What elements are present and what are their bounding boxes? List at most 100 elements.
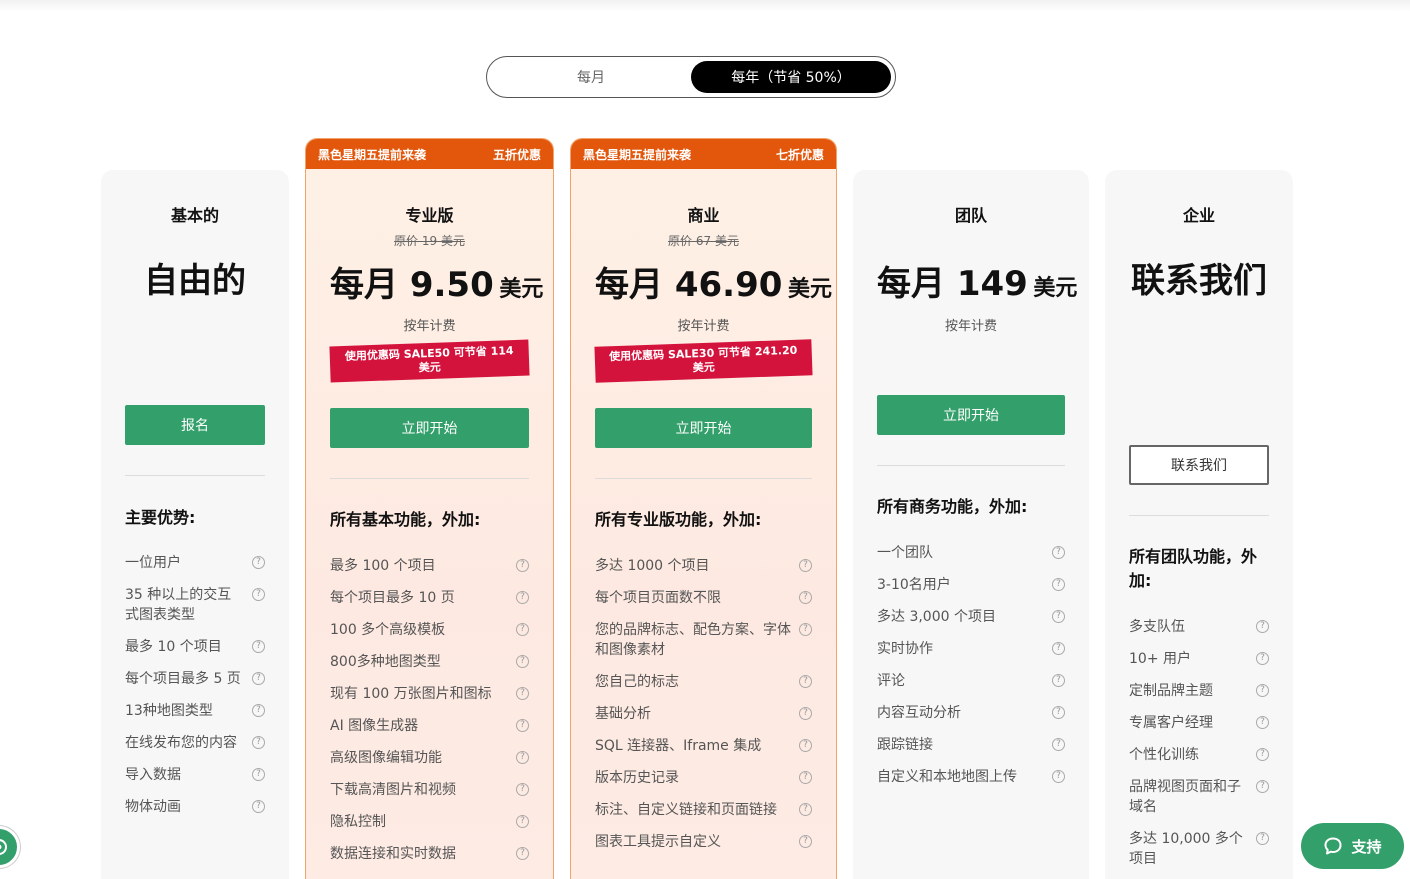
feature-item: 您的品牌标志、配色方案、字体和图像素材? [595, 620, 812, 660]
help-icon[interactable]: ? [516, 655, 529, 668]
plan-price: 每月 149 美元 [877, 256, 1077, 305]
help-icon[interactable]: ? [799, 771, 812, 784]
contact-us-button[interactable]: 联系我们 [1129, 445, 1269, 485]
cookie-settings-badge[interactable] [0, 826, 20, 868]
help-icon[interactable]: ? [252, 588, 265, 601]
help-icon[interactable]: ? [799, 559, 812, 572]
feature-text: AI 图像生成器 [330, 718, 419, 734]
plan-price: 每月 9.50 美元 [330, 257, 543, 306]
divider [125, 475, 265, 476]
feature-item: 一位用户? [125, 553, 265, 573]
feature-item: 多达 10,000 多个项目? [1129, 829, 1269, 869]
toggle-yearly[interactable]: 每年（节省 50%） [691, 61, 891, 93]
feature-item: 800多种地图类型? [330, 652, 529, 672]
help-icon[interactable]: ? [516, 783, 529, 796]
feature-text: 最多 10 个项目 [125, 639, 222, 655]
signup-button[interactable]: 报名 [125, 405, 265, 445]
feature-item: 10+ 用户? [1129, 649, 1269, 669]
help-icon[interactable]: ? [1052, 578, 1065, 591]
help-icon[interactable]: ? [516, 815, 529, 828]
help-icon[interactable]: ? [799, 803, 812, 816]
feature-text: 多支队伍 [1129, 619, 1185, 635]
help-icon[interactable]: ? [1256, 748, 1269, 761]
feature-text: 下载高清图片和视频 [330, 782, 456, 798]
plan-price: 每月 46.90 美元 [595, 257, 832, 306]
feature-item: 最多 100 个项目? [330, 556, 529, 576]
help-icon[interactable]: ? [1052, 738, 1065, 751]
feature-list: 最多 100 个项目? 每个项目最多 10 页? 100 多个高级模板? 800多种地… [330, 556, 529, 876]
help-icon[interactable]: ? [252, 736, 265, 749]
help-icon[interactable]: ? [1052, 674, 1065, 687]
help-icon[interactable]: ? [1256, 620, 1269, 633]
help-icon[interactable]: ? [799, 707, 812, 720]
help-icon[interactable]: ? [252, 800, 265, 813]
plan-card-pro: 黑色星期五提前来袭 五折优惠 专业版 原价 19 美元 每月 9.50 美元 按… [305, 138, 554, 879]
plan-card-business: 黑色星期五提前来袭 七折优惠 商业 原价 67 美元 每月 46.90 美元 按… [570, 138, 837, 879]
feature-text: 内容互动分析 [877, 705, 961, 721]
feature-text: 物体动画 [125, 799, 181, 815]
help-icon[interactable]: ? [799, 591, 812, 604]
toggle-monthly[interactable]: 每月 [491, 61, 691, 93]
help-icon[interactable]: ? [1256, 716, 1269, 729]
help-icon[interactable]: ? [252, 672, 265, 685]
feature-text: 多达 10,000 多个项目 [1129, 831, 1243, 867]
help-icon[interactable]: ? [799, 739, 812, 752]
help-icon[interactable]: ? [1052, 546, 1065, 559]
help-icon[interactable]: ? [1052, 770, 1065, 783]
help-icon[interactable]: ? [1256, 780, 1269, 793]
start-button[interactable]: 立即开始 [330, 408, 529, 448]
help-icon[interactable]: ? [1256, 684, 1269, 697]
help-icon[interactable]: ? [799, 623, 812, 636]
help-icon[interactable]: ? [516, 719, 529, 732]
feature-text: 您的品牌标志、配色方案、字体和图像素材 [595, 622, 791, 658]
price-amount: 每月 9.50 [330, 265, 494, 305]
coupon-badge: 使用优惠码 SALE50 可节省 114 美元 [329, 339, 530, 383]
help-icon[interactable]: ? [516, 751, 529, 764]
feature-item: 跟踪链接? [877, 735, 1065, 755]
support-label: 支持 [1351, 837, 1382, 856]
help-icon[interactable]: ? [1256, 832, 1269, 845]
plan-card-basic: 基本的 自由的 报名 主要优势: 一位用户? 35 种以上的交互式图表类型? 最多 … [101, 170, 289, 879]
start-button[interactable]: 立即开始 [595, 408, 812, 448]
feature-item: 实时协作? [877, 639, 1065, 659]
start-button[interactable]: 立即开始 [877, 395, 1065, 435]
help-icon[interactable]: ? [516, 591, 529, 604]
feature-item: 一个团队? [877, 543, 1065, 563]
help-icon[interactable]: ? [1256, 652, 1269, 665]
help-icon[interactable]: ? [1052, 642, 1065, 655]
billing-note: 按年计费 [403, 319, 456, 334]
help-icon[interactable]: ? [516, 847, 529, 860]
feature-item: 3-10名用户? [877, 575, 1065, 595]
help-icon[interactable]: ? [516, 687, 529, 700]
help-icon[interactable]: ? [252, 556, 265, 569]
feature-text: 隐私控制 [330, 814, 386, 830]
help-icon[interactable]: ? [516, 623, 529, 636]
feature-item: 您自己的标志? [595, 672, 812, 692]
feature-text: 多达 3,000 个项目 [877, 609, 996, 625]
support-button[interactable]: 支持 [1301, 823, 1404, 869]
feature-item: 专属客户经理? [1129, 713, 1269, 733]
feature-item: 每个项目最多 10 页? [330, 588, 529, 608]
billing-toggle[interactable]: 每月 每年（节省 50%） [486, 56, 896, 98]
feature-text: 每个项目最多 10 页 [330, 590, 455, 606]
help-icon[interactable]: ? [1052, 706, 1065, 719]
feature-text: 自定义和本地地图上传 [877, 769, 1017, 785]
original-price: 原价 19 美元 [394, 234, 465, 248]
help-icon[interactable]: ? [252, 704, 265, 717]
feature-text: 800多种地图类型 [330, 654, 441, 670]
billing-note: 按年计费 [677, 319, 730, 334]
help-icon[interactable]: ? [252, 640, 265, 653]
price-amount: 每月 46.90 [595, 265, 783, 305]
help-icon[interactable]: ? [799, 675, 812, 688]
feature-text: 每个项目页面数不限 [595, 590, 721, 606]
feature-text: 个性化训练 [1129, 747, 1199, 763]
help-icon[interactable]: ? [799, 835, 812, 848]
help-icon[interactable]: ? [1052, 610, 1065, 623]
original-price: 原价 67 美元 [668, 234, 739, 248]
help-icon[interactable]: ? [252, 768, 265, 781]
help-icon[interactable]: ? [516, 559, 529, 572]
banner-text: 黑色星期五提前来袭 [318, 147, 427, 162]
feature-item: 多支队伍? [1129, 617, 1269, 637]
promo-banner: 黑色星期五提前来袭 五折优惠 [306, 139, 553, 169]
feature-item: 现有 100 万张图片和图标? [330, 684, 529, 704]
